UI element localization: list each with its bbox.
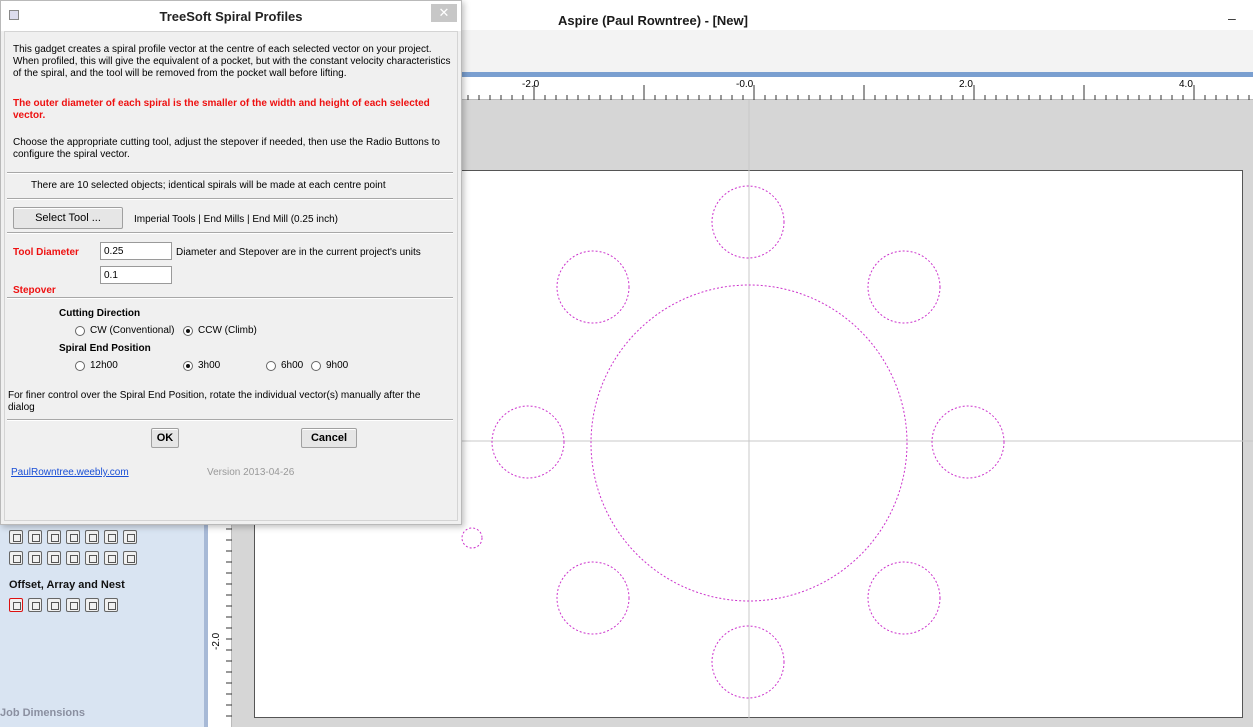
stepover-label: Stepover [13, 285, 56, 296]
spiral-end-position-heading: Spiral End Position [59, 343, 151, 354]
vertical-ruler-ticks [226, 528, 232, 717]
cutting-direction-heading: Cutting Direction [59, 308, 141, 319]
radio-indicator[interactable] [311, 360, 321, 371]
array-icon[interactable] [28, 598, 42, 612]
radio-indicator[interactable] [75, 325, 85, 336]
finer-control-note: For finer control over the Spiral End Po… [8, 390, 421, 413]
offset-icon[interactable] [9, 598, 23, 612]
job-dimensions-heading: Job Dimensions [0, 707, 85, 719]
edit-tools-row-2 [9, 551, 137, 565]
radio-12h00[interactable]: 12h00 [75, 360, 118, 371]
aspire-window-title: Aspire (Paul Rowntree) - [New] [558, 13, 748, 28]
spiral-profiles-dialog: TreeSoft Spiral Profiles ✕ This gadget c… [0, 0, 462, 525]
radio-indicator[interactable] [75, 360, 85, 371]
divider [7, 297, 453, 299]
dialog-body: This gadget creates a spiral profile vec… [4, 31, 458, 521]
radio-indicator[interactable] [266, 360, 276, 371]
size-h-icon[interactable] [104, 551, 118, 565]
center-both-icon[interactable] [9, 551, 23, 565]
diameter-warning: The outer diameter of each spiral is the… [13, 98, 430, 121]
radio-cw-label: CW (Conventional) [90, 325, 175, 336]
nest-icon[interactable] [104, 598, 118, 612]
circular-array-icon[interactable] [47, 598, 61, 612]
selection-info: There are 10 selected objects; identical… [31, 180, 386, 191]
align-h-icon[interactable] [28, 530, 42, 544]
align-right-icon[interactable] [85, 530, 99, 544]
vertical-ruler [208, 525, 232, 727]
radio-9h00[interactable]: 9h00 [311, 360, 348, 371]
divider [7, 419, 453, 421]
radio-indicator-selected[interactable] [183, 360, 193, 371]
tool-path-label: Imperial Tools | End Mills | End Mill (0… [134, 214, 338, 225]
space-v-icon[interactable] [85, 551, 99, 565]
radio-ccw[interactable]: CCW (Climb) [183, 325, 257, 336]
radio-9h00-label: 9h00 [326, 360, 349, 371]
radio-cw[interactable]: CW (Conventional) [75, 325, 174, 336]
dialog-title: TreeSoft Spiral Profiles [159, 9, 303, 24]
website-link[interactable]: PaulRowntree.weebly.com [11, 467, 129, 478]
divider [7, 172, 453, 174]
radio-indicator-selected[interactable] [183, 325, 193, 336]
align-bottom-icon[interactable] [123, 530, 137, 544]
divider [7, 232, 453, 234]
version-label: Version 2013-04-26 [207, 467, 295, 478]
ok-button[interactable]: OK [151, 428, 179, 448]
ruler-label-zero: -0.0 [736, 79, 754, 90]
align-v-icon[interactable] [47, 530, 61, 544]
space-h-icon[interactable] [66, 551, 80, 565]
edit-tools-row-1 [9, 530, 137, 544]
workspace-top-band [462, 100, 1253, 166]
units-note: Diameter and Stepover are in the current… [176, 247, 421, 258]
ruler-label-minus2: -2.0 [522, 79, 540, 90]
offset-array-nest-heading: Offset, Array and Nest [9, 579, 125, 591]
ruler-label-2: 2.0 [959, 79, 973, 90]
center-icon[interactable] [9, 530, 23, 544]
select-tool-button[interactable]: Select Tool ... [13, 207, 123, 229]
radio-ccw-label: CCW (Climb) [198, 325, 257, 336]
cancel-button[interactable]: Cancel [301, 428, 357, 448]
ruler-ticks [467, 85, 1250, 100]
instructions-text: Choose the appropriate cutting tool, adj… [13, 137, 440, 160]
align-left-icon[interactable] [66, 530, 80, 544]
size-v-icon[interactable] [123, 551, 137, 565]
close-button[interactable]: ✕ [431, 4, 457, 22]
tool-panel [0, 525, 204, 727]
center-x-icon[interactable] [28, 551, 42, 565]
align-top-icon[interactable] [104, 530, 118, 544]
center-y-icon[interactable] [47, 551, 61, 565]
radio-3h00[interactable]: 3h00 [183, 360, 220, 371]
radio-12h00-label: 12h00 [90, 360, 118, 371]
minimize-button[interactable]: – [1228, 10, 1236, 26]
vertical-ruler-label: -2.0 [211, 632, 222, 650]
horizontal-ruler: -2.0 -0.0 2.0 4.0 [462, 77, 1253, 100]
copy-along-vector-icon[interactable] [66, 598, 80, 612]
divider [7, 198, 453, 200]
offset-tools-row [9, 598, 118, 612]
radio-6h00[interactable]: 6h00 [266, 360, 303, 371]
tool-diameter-input[interactable] [100, 242, 172, 260]
ruler-label-4: 4.0 [1179, 79, 1193, 90]
dialog-titlebar[interactable]: TreeSoft Spiral Profiles ✕ [1, 1, 461, 31]
radio-6h00-label: 6h00 [281, 360, 304, 371]
radio-3h00-label: 3h00 [198, 360, 221, 371]
block-copy-icon[interactable] [85, 598, 99, 612]
intro-text: This gadget creates a spiral profile vec… [13, 44, 451, 79]
stepover-input[interactable] [100, 266, 172, 284]
tool-diameter-label: Tool Diameter [13, 247, 79, 258]
